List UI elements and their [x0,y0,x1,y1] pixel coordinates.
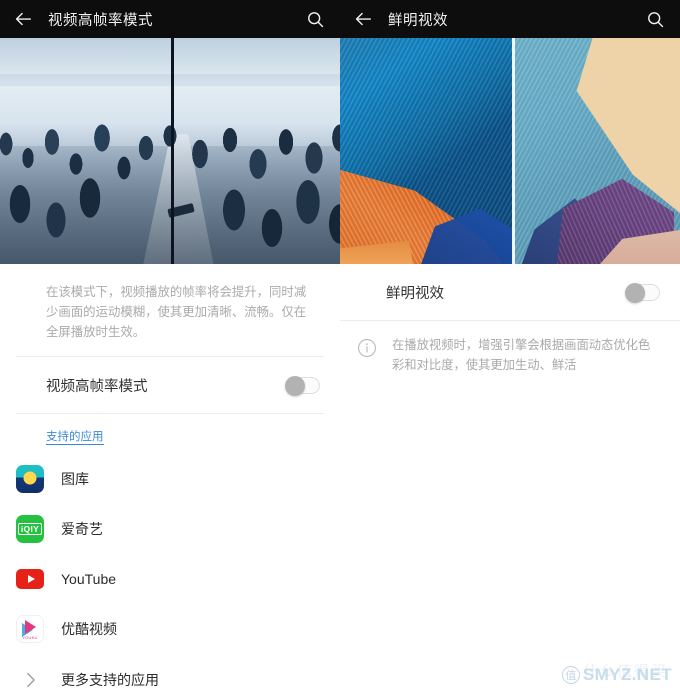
iqiyi-icon: iQIY [16,515,44,543]
setting-label: 鲜明视效 [386,285,444,302]
page-title: 鲜明视效 [388,12,448,29]
feather-scene-image [340,38,680,264]
right-app-bar: 鲜明视效 [340,0,680,38]
comparison-divider [512,38,515,264]
setting-row-vivid-display[interactable]: 鲜明视效 [340,264,680,320]
setting-label: 视频高帧率模式 [46,378,148,395]
vivid-info-block: 在播放视频时，增强引擎会根据画面动态优化色彩和对比度，使其更加生动、鲜活 [340,321,680,391]
toggle-knob [285,375,305,396]
app-name: 图库 [61,471,89,487]
screenshot-root: 视频高帧率模式 在该模式下，视频播放的帧率将会提升，同时减少画面的运动模糊，使其… [0,0,680,691]
back-icon[interactable] [12,8,34,30]
more-apps-label: 更多支持的应用 [61,672,159,688]
watermark: 什么值得买 值 SMYZ.NET [561,663,672,685]
youtube-icon [16,565,44,593]
vivid-display-toggle[interactable] [625,282,660,303]
hero-image-frame-rate-comparison [0,38,340,264]
left-screen-panel: 视频高帧率模式 在该模式下，视频播放的帧率将会提升，同时减少画面的运动模糊，使其… [0,0,340,691]
app-name: 爱奇艺 [61,521,103,537]
youtube-badge [16,569,44,589]
supported-apps-link[interactable]: 支持的应用 [0,414,340,454]
app-name: YouTube [61,571,117,587]
watermark-text: SMYZ.NET [582,665,672,684]
youku-glyph: YOUKU [22,634,38,640]
hero-image-vivid-comparison [340,38,680,264]
iqiyi-glyph: iQIY [17,522,43,536]
app-name: 优酷视频 [61,621,117,637]
toggle-knob [625,282,645,303]
gallery-icon [16,465,44,493]
watermark-ghost-text: 什么值得买 [582,663,668,680]
comparison-divider [171,38,174,264]
high-frame-rate-toggle[interactable] [285,375,320,396]
youku-icon: YOUKU [16,615,44,643]
forest-layer [0,124,340,264]
play-triangle-icon [27,575,35,583]
list-item[interactable]: YouTube [0,554,340,604]
page-title: 视频高帧率模式 [48,12,153,29]
setting-row-high-frame-rate[interactable]: 视频高帧率模式 [0,357,340,413]
search-icon[interactable] [305,9,326,30]
list-item[interactable]: iQIY 爱奇艺 [0,504,340,554]
back-icon[interactable] [352,8,374,30]
mode-description: 在该模式下，视频播放的帧率将会提升，同时减少画面的运动模糊，使其更加清晰、流畅。… [46,285,307,339]
watermark-badge: 值 [561,666,580,684]
play-triangle-icon [24,619,36,634]
left-app-bar: 视频高帧率模式 [0,0,340,38]
info-circle-icon [356,337,378,364]
supported-apps-label: 支持的应用 [46,431,104,445]
chevron-right-icon [16,670,44,690]
more-supported-apps-row[interactable]: 更多支持的应用 [0,654,340,691]
snow-scene-image [0,38,340,264]
info-description: 在播放视频时，增强引擎会根据画面动态优化色彩和对比度，使其更加生动、鲜活 [392,338,651,372]
list-item[interactable]: YOUKU 优酷视频 [0,604,340,654]
right-screen-panel: 鲜明视效 鲜明视效 在播放视频时，增强引擎会根据画面动态优化色彩和对比度，使其更… [340,0,680,691]
list-item[interactable]: 图库 [0,454,340,504]
search-icon[interactable] [645,9,666,30]
